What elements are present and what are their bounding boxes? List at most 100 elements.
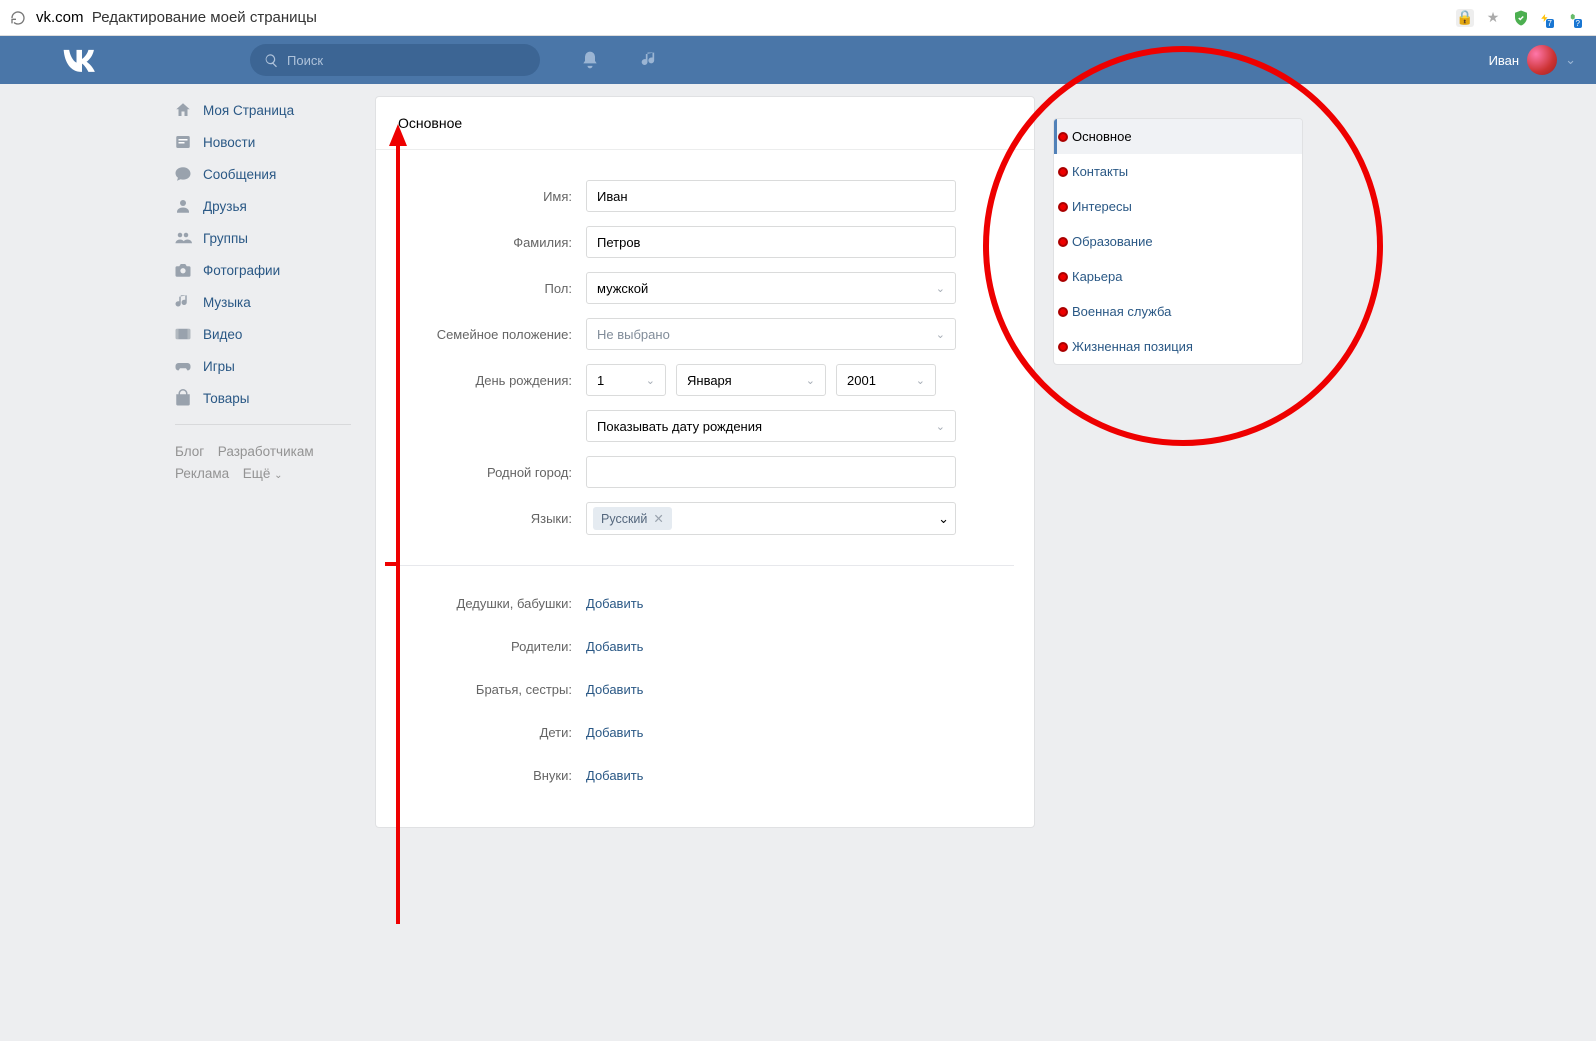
label-grandparents: Дедушки, бабушки: — [396, 596, 586, 611]
gamepad-icon — [173, 356, 193, 376]
annotation-dot — [1058, 342, 1068, 352]
shield-icon[interactable] — [1512, 9, 1530, 27]
search-box[interactable] — [250, 44, 540, 76]
ext-icon-2[interactable]: ? — [1568, 9, 1586, 27]
label-grandchildren: Внуки: — [396, 768, 586, 783]
annotation-dot — [1058, 272, 1068, 282]
nav-messages[interactable]: Сообщения — [163, 158, 363, 190]
select-gender[interactable]: мужской⌄ — [586, 272, 956, 304]
browser-extensions: 🔒 ★ 7 ? — [1456, 9, 1586, 27]
annotation-dot — [1058, 237, 1068, 247]
label-parents: Родители: — [396, 639, 586, 654]
lock-icon[interactable]: 🔒 — [1456, 9, 1474, 27]
edit-form-card: Основное Имя: Фамилия: Пол: мужской⌄ Сем… — [375, 96, 1035, 828]
nav-news[interactable]: Новости — [163, 126, 363, 158]
select-bday-month[interactable]: Января⌄ — [676, 364, 826, 396]
sidebar-footer: Блог Разработчикам Реклама Ещё ⌄ — [163, 435, 363, 493]
input-lastname[interactable] — [586, 226, 956, 258]
add-siblings[interactable]: Добавить — [586, 682, 643, 697]
annotation-dot — [1058, 202, 1068, 212]
home-icon — [173, 100, 193, 120]
form-heading: Основное — [376, 97, 1034, 150]
right-sidebar: Основное Контакты Интересы Образование К… — [1053, 96, 1303, 828]
topbar-icons — [580, 50, 660, 70]
tab-main[interactable]: Основное — [1054, 119, 1302, 154]
user-menu[interactable]: Иван ⌄ — [1489, 45, 1576, 75]
chevron-down-icon: ⌄ — [936, 328, 945, 341]
label-siblings: Братья, сестры: — [396, 682, 586, 697]
remove-icon[interactable]: ✕ — [653, 511, 663, 526]
add-grandchildren[interactable]: Добавить — [586, 768, 643, 783]
label-hometown: Родной город: — [396, 465, 586, 480]
music-nav-icon — [173, 292, 193, 312]
select-bday-year[interactable]: 2001⌄ — [836, 364, 936, 396]
left-sidebar: Моя Страница Новости Сообщения Друзья Гр… — [163, 84, 363, 868]
tab-contacts[interactable]: Контакты — [1054, 154, 1302, 189]
nav-photos[interactable]: Фотографии — [163, 254, 363, 286]
label-birthday: День рождения: — [396, 373, 586, 388]
chevron-down-icon: ⌄ — [646, 374, 655, 387]
vk-topbar: Иван ⌄ — [0, 36, 1596, 84]
bag-icon — [173, 388, 193, 408]
label-lastname: Фамилия: — [396, 235, 586, 250]
url-text[interactable]: vk.com Редактирование моей страницы — [36, 9, 317, 26]
annotation-dot — [1058, 132, 1068, 142]
nav-market[interactable]: Товары — [163, 382, 363, 414]
nav-friends[interactable]: Друзья — [163, 190, 363, 222]
groups-icon — [173, 228, 193, 248]
language-token[interactable]: Русский✕ — [593, 507, 672, 530]
chevron-down-icon: ⌄ — [1565, 52, 1576, 68]
chevron-down-icon: ⌄ — [916, 374, 925, 387]
notifications-icon[interactable] — [580, 50, 600, 70]
footer-dev[interactable]: Разработчикам — [218, 444, 314, 459]
label-languages: Языки: — [396, 511, 586, 526]
vk-logo[interactable] — [60, 45, 100, 75]
nav-video[interactable]: Видео — [163, 318, 363, 350]
footer-more[interactable]: Ещё ⌄ — [243, 466, 283, 481]
footer-ads[interactable]: Реклама — [175, 466, 229, 481]
select-marital[interactable]: Не выбрано⌄ — [586, 318, 956, 350]
browser-address-bar: vk.com Редактирование моей страницы 🔒 ★ … — [0, 0, 1596, 36]
tab-interests[interactable]: Интересы — [1054, 189, 1302, 224]
music-icon[interactable] — [640, 50, 660, 70]
search-input[interactable] — [287, 53, 526, 68]
chevron-down-icon: ⌄ — [938, 511, 949, 527]
input-hometown[interactable] — [586, 456, 956, 488]
input-firstname[interactable] — [586, 180, 956, 212]
video-icon — [173, 324, 193, 344]
avatar — [1527, 45, 1557, 75]
star-icon[interactable]: ★ — [1484, 9, 1502, 27]
camera-icon — [173, 260, 193, 280]
nav-music[interactable]: Музыка — [163, 286, 363, 318]
username: Иван — [1489, 53, 1520, 68]
ext-icon-1[interactable]: 7 — [1540, 9, 1558, 27]
label-children: Дети: — [396, 725, 586, 740]
reload-icon[interactable] — [10, 10, 26, 26]
label-gender: Пол: — [396, 281, 586, 296]
label-firstname: Имя: — [396, 189, 586, 204]
search-icon — [264, 53, 279, 68]
add-parents[interactable]: Добавить — [586, 639, 643, 654]
add-grandparents[interactable]: Добавить — [586, 596, 643, 611]
label-marital: Семейное положение: — [396, 327, 586, 342]
add-children[interactable]: Добавить — [586, 725, 643, 740]
footer-blog[interactable]: Блог — [175, 444, 204, 459]
select-bday-day[interactable]: 1⌄ — [586, 364, 666, 396]
select-bday-visibility[interactable]: Показывать дату рождения⌄ — [586, 410, 956, 442]
tab-life-position[interactable]: Жизненная позиция — [1054, 329, 1302, 364]
select-languages[interactable]: Русский✕ ⌄ — [586, 502, 956, 535]
news-icon — [173, 132, 193, 152]
chevron-down-icon: ⌄ — [806, 374, 815, 387]
main-content: Основное Имя: Фамилия: Пол: мужской⌄ Сем… — [363, 84, 1433, 868]
annotation-dot — [1058, 167, 1068, 177]
tab-career[interactable]: Карьера — [1054, 259, 1302, 294]
nav-games[interactable]: Игры — [163, 350, 363, 382]
tab-education[interactable]: Образование — [1054, 224, 1302, 259]
nav-my-page[interactable]: Моя Страница — [163, 94, 363, 126]
annotation-dot — [1058, 307, 1068, 317]
friends-icon — [173, 196, 193, 216]
messages-icon — [173, 164, 193, 184]
tab-military[interactable]: Военная служба — [1054, 294, 1302, 329]
chevron-down-icon: ⌄ — [936, 282, 945, 295]
nav-groups[interactable]: Группы — [163, 222, 363, 254]
